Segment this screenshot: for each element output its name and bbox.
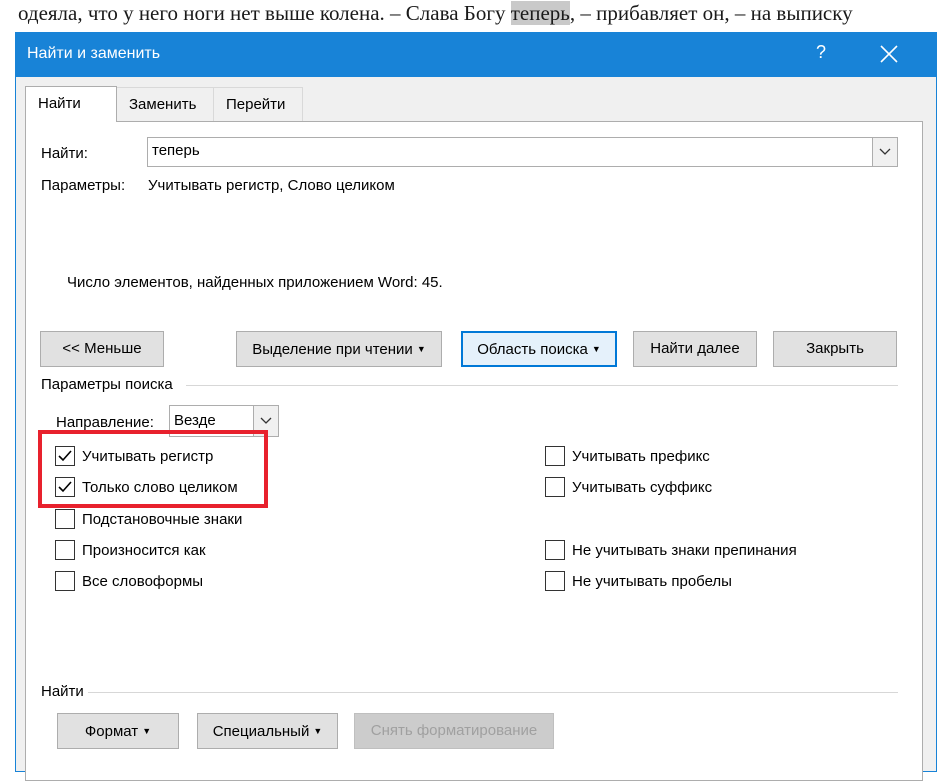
document-text-after: , – прибавляет он, – на выписку [569, 1, 853, 25]
search-options-divider [186, 385, 898, 386]
dialog-title: Найти и заменить [27, 45, 161, 62]
wildcards-checkbox[interactable] [55, 509, 75, 529]
less-button[interactable]: << Меньше [40, 331, 164, 367]
tab-find-label: Найти [38, 95, 81, 112]
find-section-divider [88, 692, 898, 693]
find-replace-dialog: Найти и заменить ? Найти Заменить Перейт… [15, 32, 937, 781]
tab-replace-label: Заменить [129, 96, 197, 113]
dropdown-caret-icon: ▼ [591, 344, 601, 354]
sounds-like-label: Произносится как [82, 542, 206, 559]
document-text-line: одеяла, что у него ноги нет выше колена.… [18, 0, 853, 26]
special-button-label: Специальный [212, 723, 310, 740]
special-button[interactable]: Специальный ▼ [197, 713, 338, 749]
find-next-button[interactable]: Найти далее [633, 331, 757, 367]
params-value: Учитывать регистр, Слово целиком [148, 177, 395, 194]
reading-highlight-button[interactable]: Выделение при чтении ▼ [236, 331, 442, 367]
close-button[interactable]: Закрыть [773, 331, 897, 367]
match-prefix-label: Учитывать префикс [572, 448, 710, 465]
ignore-punctuation-checkbox[interactable] [545, 540, 565, 560]
ignore-whitespace-label: Не учитывать пробелы [572, 573, 732, 590]
dropdown-caret-icon: ▼ [313, 726, 323, 736]
close-button-label: Закрыть [806, 340, 864, 357]
dropdown-caret-icon: ▼ [416, 344, 426, 354]
chevron-down-icon [260, 417, 272, 424]
all-word-forms-label: Все словоформы [82, 573, 204, 590]
all-word-forms-checkbox[interactable] [55, 571, 75, 591]
chevron-down-icon [879, 148, 891, 155]
ignore-punctuation-label: Не учитывать знаки препинания [572, 542, 797, 559]
close-icon[interactable] [878, 43, 900, 65]
document-highlighted-word: теперь [510, 1, 570, 25]
help-button[interactable]: ? [811, 42, 831, 63]
sounds-like-checkbox[interactable] [55, 540, 75, 560]
find-label: Найти: [41, 145, 88, 162]
annotation-highlight-box [38, 430, 268, 508]
document-text-before: одеяла, что у него ноги нет выше колена.… [18, 1, 511, 25]
less-button-label: << Меньше [62, 340, 142, 357]
find-history-dropdown[interactable] [872, 138, 897, 166]
params-label: Параметры: [41, 177, 126, 194]
match-suffix-label: Учитывать суффикс [572, 479, 713, 496]
format-button[interactable]: Формат ▼ [57, 713, 179, 749]
tab-goto-label: Перейти [226, 96, 286, 113]
match-suffix-checkbox[interactable] [545, 477, 565, 497]
no-formatting-label: Снять форматирование [370, 722, 538, 739]
tab-goto[interactable]: Перейти [213, 87, 303, 121]
no-formatting-button[interactable]: Снять форматирование [354, 713, 554, 749]
dropdown-caret-icon: ▼ [142, 726, 152, 736]
find-input-value: теперь [152, 142, 200, 159]
direction-value: Везде [174, 412, 216, 429]
find-in-button[interactable]: Область поиска ▼ [461, 331, 617, 367]
find-in-label: Область поиска [477, 341, 588, 358]
find-section-heading: Найти [41, 683, 84, 700]
search-options-heading: Параметры поиска [41, 376, 173, 393]
find-next-label: Найти далее [650, 340, 740, 357]
reading-highlight-label: Выделение при чтении [252, 341, 413, 358]
tab-find[interactable]: Найти [25, 86, 117, 122]
ignore-whitespace-checkbox[interactable] [545, 571, 565, 591]
match-prefix-checkbox[interactable] [545, 446, 565, 466]
direction-label: Направление: [56, 414, 154, 431]
dialog-titlebar: Найти и заменить ? [16, 33, 936, 77]
find-input[interactable]: теперь [147, 137, 898, 167]
format-button-label: Формат [84, 723, 139, 740]
find-result-count: Число элементов, найденных приложением W… [67, 274, 443, 291]
tab-replace[interactable]: Заменить [116, 87, 214, 121]
wildcards-label: Подстановочные знаки [82, 511, 243, 528]
